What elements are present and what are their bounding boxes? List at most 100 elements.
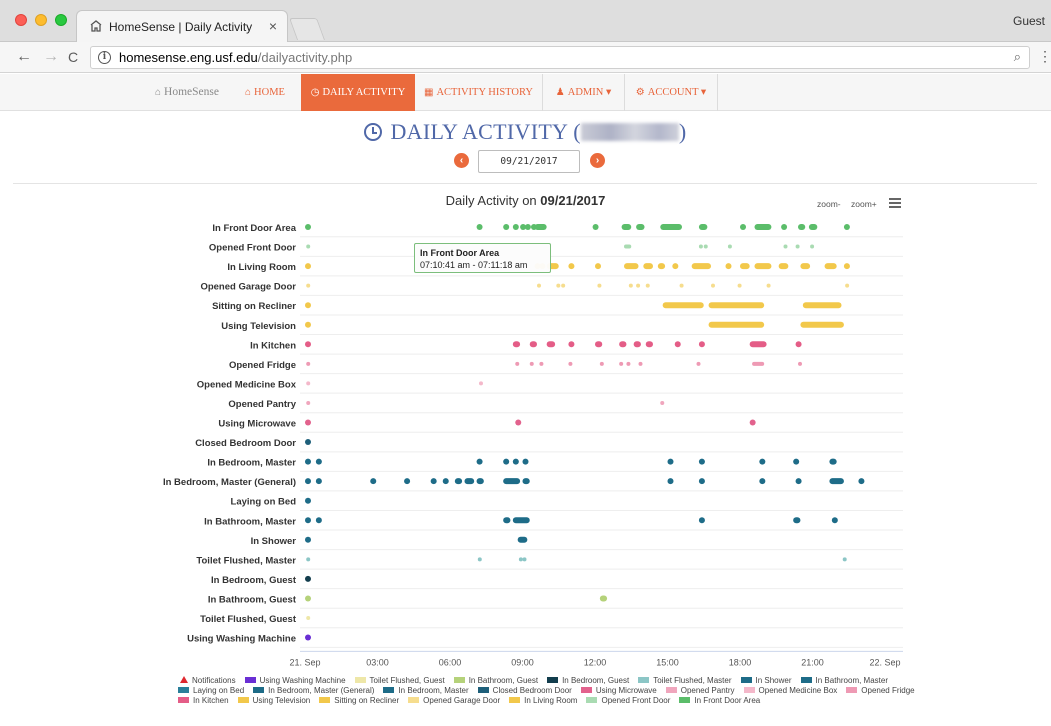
event-bar-opened-fridge[interactable] <box>638 361 643 366</box>
event-bar-in-bedroom-master[interactable] <box>698 458 705 465</box>
event-bar-in-bedroom-master-general[interactable] <box>370 478 377 485</box>
event-bar-in-bedroom-master-general[interactable] <box>759 478 766 485</box>
minimize-window-button[interactable] <box>35 14 47 26</box>
event-bar-opened-garage-door[interactable] <box>628 283 633 288</box>
event-bar-in-bedroom-master[interactable] <box>315 458 322 465</box>
event-bar-in-front-door-area[interactable] <box>534 224 547 230</box>
event-bar-opened-pantry[interactable] <box>660 400 665 405</box>
event-bar-opened-garage-door[interactable] <box>597 283 602 288</box>
event-bar-opened-garage-door[interactable] <box>537 283 541 288</box>
forward-button[interactable]: → <box>43 47 59 67</box>
event-bar-in-bedroom-master[interactable] <box>476 458 483 465</box>
event-bar-using-television[interactable] <box>800 321 844 328</box>
legend-item-in-bathroom-guest[interactable]: In Bathroom, Guest <box>453 676 538 686</box>
previous-day-button[interactable]: ‹ <box>454 153 469 168</box>
event-bar-in-front-door-area[interactable] <box>636 224 645 230</box>
maximize-window-button[interactable] <box>55 14 67 26</box>
event-bar-laying-on-bed[interactable] <box>305 497 311 504</box>
event-bar-opened-pantry[interactable] <box>306 400 311 405</box>
event-bar-in-living-room[interactable] <box>800 263 811 270</box>
legend-item-in-bedroom-master[interactable]: In Bedroom, Master <box>383 686 469 696</box>
event-bar-in-bedroom-master-general[interactable] <box>503 478 521 485</box>
event-bar-opened-front-door[interactable] <box>727 244 732 249</box>
event-bar-using-television[interactable] <box>708 321 765 328</box>
back-button[interactable]: ← <box>16 47 32 67</box>
legend-item-in-bedroom-guest[interactable]: In Bedroom, Guest <box>547 676 629 686</box>
zoom-in-button[interactable]: zoom+ <box>851 199 877 209</box>
legend-item-toilet-flushed-master[interactable]: Toilet Flushed, Master <box>638 676 732 686</box>
event-bar-in-living-room[interactable] <box>624 263 639 270</box>
address-bar[interactable]: i homesense.eng.usf.edu/dailyactivity.ph… <box>90 46 1030 69</box>
zoom-out-button[interactable]: zoom- <box>817 199 841 209</box>
event-bar-in-front-door-area[interactable] <box>512 224 519 230</box>
event-bar-opened-fridge[interactable] <box>515 361 520 366</box>
event-bar-in-living-room[interactable] <box>754 263 772 270</box>
event-bar-in-bathroom-master[interactable] <box>512 517 530 524</box>
next-day-button[interactable]: › <box>590 153 605 168</box>
legend-item-in-shower[interactable]: In Shower <box>740 676 792 686</box>
legend-item-in-living-room[interactable]: In Living Room <box>509 696 577 706</box>
event-bar-in-living-room[interactable] <box>725 263 732 270</box>
legend-item-using-microwave[interactable]: Using Microwave <box>580 686 657 696</box>
event-bar-closed-bedroom-door[interactable] <box>305 439 311 446</box>
event-bar-in-living-room[interactable] <box>740 263 750 270</box>
event-bar-in-bathroom-master[interactable] <box>315 517 322 524</box>
event-bar-opened-fridge[interactable] <box>539 361 544 366</box>
event-bar-opened-fridge[interactable] <box>626 361 631 366</box>
event-bar-opened-garage-door[interactable] <box>737 283 742 288</box>
zoom-icon[interactable]: ⌕ <box>1014 49 1021 65</box>
event-bar-in-kitchen[interactable] <box>698 341 705 348</box>
event-bar-in-living-room[interactable] <box>595 263 601 270</box>
event-bar-opened-garage-door[interactable] <box>636 283 641 288</box>
event-bar-in-bedroom-master[interactable] <box>759 458 766 465</box>
event-bar-in-bedroom-master-general[interactable] <box>829 478 844 485</box>
browser-tab[interactable]: HomeSense | Daily Activity × <box>76 10 288 42</box>
event-bar-opened-front-door[interactable] <box>795 244 800 249</box>
event-bar-in-kitchen[interactable] <box>633 341 641 348</box>
legend-item-opened-medicine-box[interactable]: Opened Medicine Box <box>743 686 837 696</box>
date-input[interactable]: 09/21/2017 <box>478 150 580 173</box>
legend-item-in-front-door-area[interactable]: In Front Door Area <box>679 696 760 706</box>
event-bar-in-front-door-area[interactable] <box>698 224 708 230</box>
event-bar-in-living-room[interactable] <box>824 263 837 270</box>
event-bar-in-bedroom-master-general[interactable] <box>476 478 484 485</box>
event-bar-in-kitchen[interactable] <box>795 341 802 348</box>
event-bar-in-bedroom-master-general[interactable] <box>404 478 411 485</box>
event-bar-in-front-door-area[interactable] <box>305 224 311 230</box>
event-bar-in-front-door-area[interactable] <box>592 224 599 230</box>
event-bar-in-kitchen[interactable] <box>595 341 603 348</box>
event-bar-opened-medicine-box[interactable] <box>306 381 311 386</box>
event-bar-in-front-door-area[interactable] <box>524 224 531 230</box>
event-bar-opened-fridge[interactable] <box>798 361 802 366</box>
event-bar-in-kitchen[interactable] <box>529 341 537 348</box>
legend-item-toilet-flushed-guest[interactable]: Toilet Flushed, Guest <box>354 676 445 686</box>
nav-daily-activity[interactable]: ◷ DAILY ACTIVITY <box>301 74 415 111</box>
event-bar-opened-front-door[interactable] <box>810 244 815 249</box>
event-bar-in-bathroom-guest[interactable] <box>305 595 311 602</box>
nav-home[interactable]: ⌂ HOME <box>236 74 294 111</box>
event-bar-sitting-on-recliner[interactable] <box>305 302 311 309</box>
event-bar-in-bathroom-master[interactable] <box>698 517 705 524</box>
event-bar-sitting-on-recliner[interactable] <box>802 302 842 309</box>
event-bar-in-shower[interactable] <box>305 536 311 543</box>
event-bar-using-washing-machine[interactable] <box>305 634 311 641</box>
event-bar-in-front-door-area[interactable] <box>754 224 772 230</box>
event-bar-opened-medicine-box[interactable] <box>479 381 483 386</box>
event-bar-in-kitchen[interactable] <box>674 341 681 348</box>
event-bar-in-kitchen[interactable] <box>568 341 575 348</box>
event-bar-opened-garage-door[interactable] <box>679 283 684 288</box>
event-bar-in-bedroom-master-general[interactable] <box>522 478 530 485</box>
event-bar-in-bathroom-master[interactable] <box>793 517 801 524</box>
event-bar-in-front-door-area[interactable] <box>781 224 788 230</box>
event-bar-in-front-door-area[interactable] <box>808 224 818 230</box>
info-icon[interactable]: i <box>98 51 111 64</box>
legend-item-notifications[interactable]: Notifications <box>178 676 236 686</box>
legend-item-opened-front-door[interactable]: Opened Front Door <box>586 696 670 706</box>
event-bar-opened-garage-door[interactable] <box>556 283 561 288</box>
event-bar-opened-fridge[interactable] <box>529 361 534 366</box>
event-bar-using-microwave[interactable] <box>305 419 311 426</box>
browser-menu-icon[interactable]: ⋮ <box>1038 46 1051 66</box>
event-bar-using-television[interactable] <box>305 321 311 328</box>
event-bar-opened-garage-door[interactable] <box>711 283 715 288</box>
reload-button[interactable]: C <box>68 47 78 67</box>
